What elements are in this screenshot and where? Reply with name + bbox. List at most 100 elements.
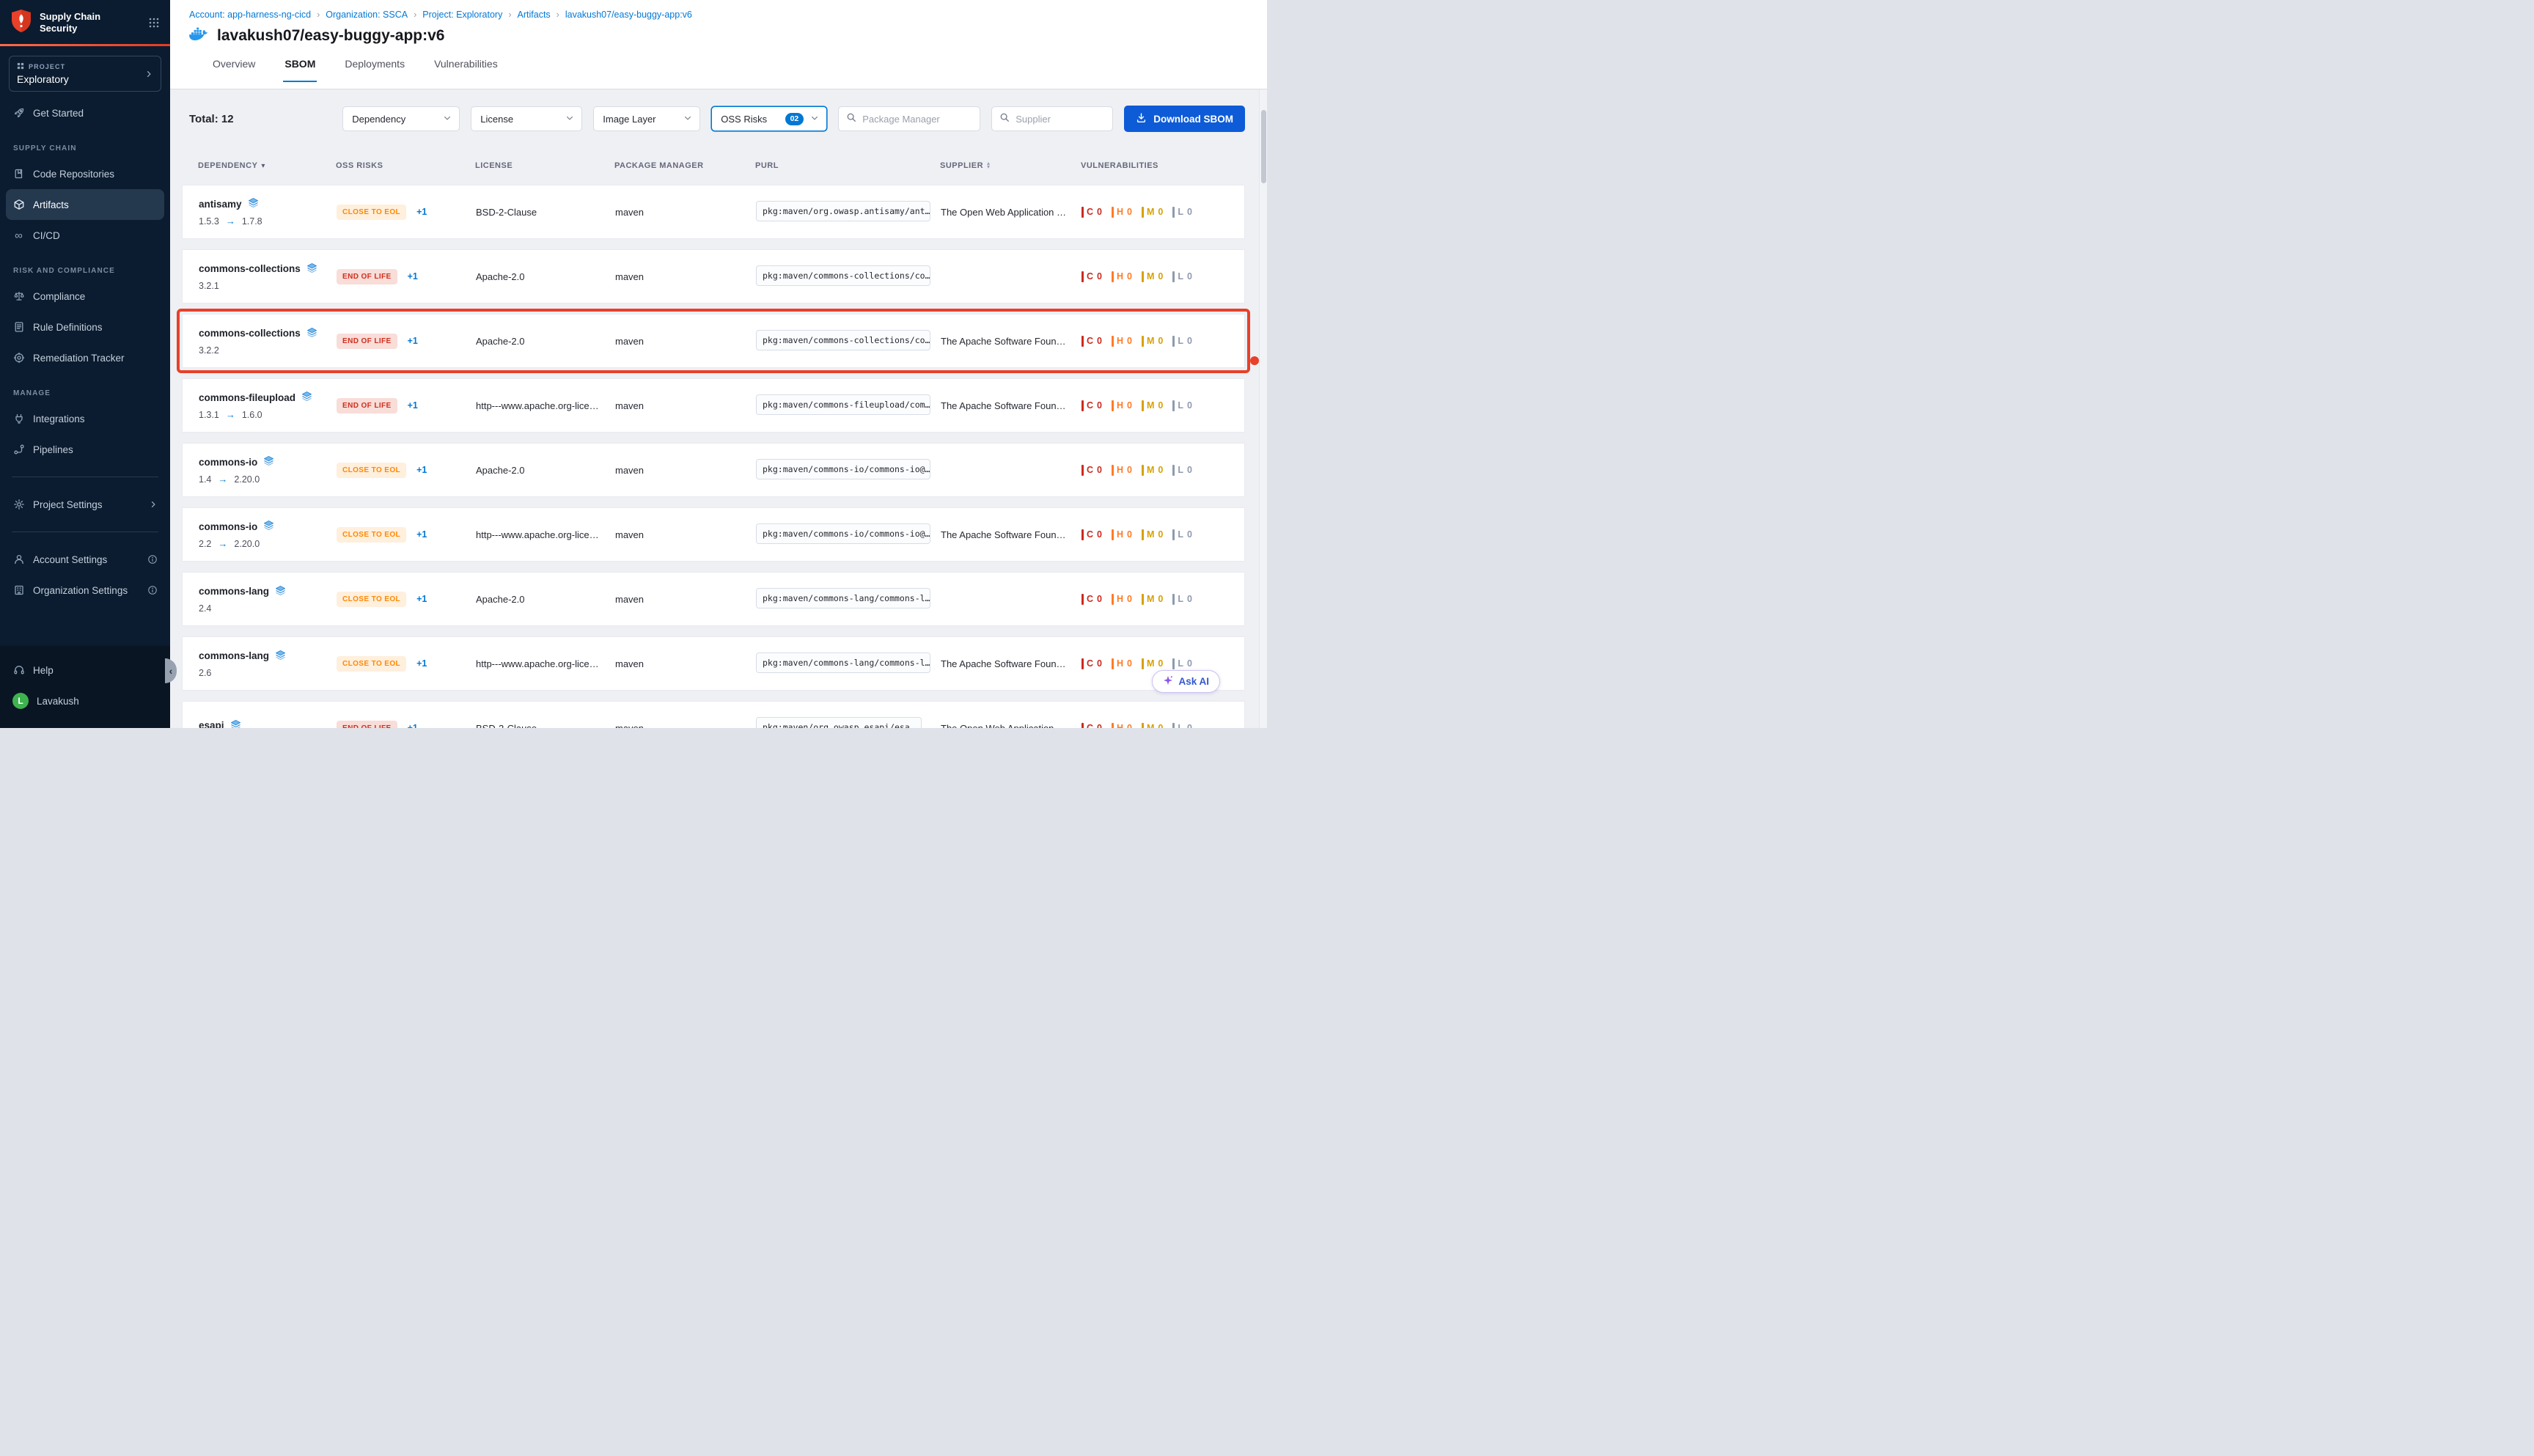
column-header-supplier[interactable]: SUPPLIER▴▾: [940, 161, 1081, 170]
purl-value[interactable]: pkg:maven/commons-lang/commons-l…: [756, 588, 930, 608]
oss-risks-filter-dropdown[interactable]: OSS Risks 02: [711, 106, 827, 131]
tab-sbom[interactable]: SBOM: [283, 56, 317, 82]
dependency-name[interactable]: antisamy: [199, 199, 242, 210]
sidebar-item-label: Remediation Tracker: [33, 353, 125, 364]
tab-vulnerabilities[interactable]: Vulnerabilities: [433, 56, 499, 82]
table-row[interactable]: commons-fileupload 1.3.1 → 1.6.0 END OF …: [182, 378, 1245, 433]
sidebar-item-get-started[interactable]: Get Started: [0, 98, 170, 128]
project-selector[interactable]: PROJECT Exploratory: [9, 56, 161, 92]
sidebar-item-compliance[interactable]: Compliance: [0, 281, 170, 312]
dependency-name[interactable]: commons-io: [199, 521, 257, 532]
breadcrumb-account[interactable]: Account: app-harness-ng-cicd: [189, 10, 311, 20]
sidebar-item-project-settings[interactable]: Project Settings: [0, 489, 170, 520]
oss-risk-more[interactable]: +1: [416, 594, 427, 604]
column-header-dependency[interactable]: DEPENDENCY▾: [198, 161, 336, 170]
sidebar-item-remediation-tracker[interactable]: Remediation Tracker: [0, 342, 170, 373]
severity-pill-h: H0: [1112, 594, 1132, 605]
dependency-name[interactable]: commons-lang: [199, 586, 269, 597]
purl-value[interactable]: pkg:maven/commons-collections/co…: [756, 265, 930, 286]
info-icon[interactable]: [147, 554, 158, 565]
user-name: Lavakush: [37, 696, 79, 707]
tab-overview[interactable]: Overview: [211, 56, 257, 82]
severity-pill-h: H0: [1112, 207, 1132, 218]
severity-pill-l: L0: [1172, 336, 1192, 347]
sidebar-item-help[interactable]: Help: [0, 655, 170, 685]
table-row[interactable]: esapi END OF LIFE +1 BSD-2-Clause maven …: [182, 701, 1245, 728]
dependency-name[interactable]: commons-lang: [199, 650, 269, 661]
sidebar-item-account-settings[interactable]: Account Settings: [0, 544, 170, 575]
oss-risk-more[interactable]: +1: [416, 529, 427, 540]
breadcrumb-artifact-name[interactable]: lavakush07/easy-buggy-app:v6: [565, 10, 692, 20]
oss-risk-more[interactable]: +1: [408, 723, 418, 728]
purl-value[interactable]: pkg:maven/org.owasp.antisamy/ant…: [756, 201, 930, 221]
license-value: Apache-2.0: [476, 594, 615, 605]
dependency-filter-dropdown[interactable]: Dependency: [342, 106, 460, 131]
oss-risk-more[interactable]: +1: [416, 465, 427, 475]
breadcrumb-organization[interactable]: Organization: SSCA: [326, 10, 408, 20]
purl-value[interactable]: pkg:maven/commons-lang/commons-l…: [756, 652, 930, 673]
sidebar-item-code-repositories[interactable]: Code Repositories: [0, 158, 170, 189]
sidebar-item-rule-definitions[interactable]: Rule Definitions: [0, 312, 170, 342]
sort-both-icon[interactable]: ▴▾: [987, 162, 991, 169]
oss-risk-more[interactable]: +1: [408, 400, 418, 411]
table-row[interactable]: commons-collections 3.2.2 END OF LIFE +1…: [182, 314, 1245, 368]
image-layer-filter-dropdown[interactable]: Image Layer: [593, 106, 700, 131]
severity-pill-h: H0: [1112, 336, 1132, 347]
purl-value[interactable]: pkg:maven/org.owasp.esapi/esa…: [756, 717, 922, 729]
user-menu[interactable]: L Lavakush: [0, 685, 170, 716]
table-row[interactable]: antisamy 1.5.3 → 1.7.8 CLOSE TO EOL +1 B…: [182, 185, 1245, 239]
supplier-search-input[interactable]: [1016, 114, 1105, 125]
sidebar-item-integrations[interactable]: Integrations: [0, 403, 170, 434]
section-label-supply-chain: SUPPLY CHAIN: [0, 128, 170, 158]
purl-value[interactable]: pkg:maven/commons-io/commons-io@…: [756, 459, 930, 479]
sidebar-item-cicd[interactable]: ∞ CI/CD: [0, 220, 170, 251]
oss-risk-more[interactable]: +1: [408, 336, 418, 346]
dependency-name[interactable]: commons-io: [199, 457, 257, 468]
tab-deployments[interactable]: Deployments: [343, 56, 406, 82]
dependency-name[interactable]: esapi: [199, 720, 224, 728]
license-filter-dropdown[interactable]: License: [471, 106, 582, 131]
breadcrumb-separator: ›: [317, 10, 320, 20]
oss-risk-more[interactable]: +1: [416, 658, 427, 669]
table-row[interactable]: commons-lang 2.6 CLOSE TO EOL +1 http---…: [182, 636, 1245, 691]
sidebar-item-organization-settings[interactable]: Organization Settings: [0, 575, 170, 606]
scrollbar[interactable]: [1259, 89, 1267, 728]
oss-risk-badge: CLOSE TO EOL: [337, 527, 406, 543]
search-icon: [846, 112, 856, 126]
info-icon[interactable]: [147, 585, 158, 595]
breadcrumb-artifacts[interactable]: Artifacts: [518, 10, 551, 20]
sidebar-item-label: CI/CD: [33, 230, 60, 241]
vulnerability-counts: C0H0M0L0: [1081, 271, 1228, 282]
sidebar-item-artifacts[interactable]: Artifacts: [6, 189, 164, 220]
scrollbar-thumb[interactable]: [1261, 110, 1266, 183]
app-header[interactable]: Supply ChainSecurity: [0, 0, 170, 44]
sidebar-item-label: Compliance: [33, 291, 85, 302]
column-header-license: LICENSE: [475, 161, 614, 170]
dependency-name[interactable]: commons-fileupload: [199, 392, 295, 403]
oss-risk-more[interactable]: +1: [416, 207, 427, 217]
supplier-value: The Apache Software Foun…: [941, 529, 1081, 540]
sort-desc-icon[interactable]: ▾: [261, 162, 265, 170]
table-row[interactable]: commons-lang 2.4 CLOSE TO EOL +1 Apache-…: [182, 572, 1245, 626]
ask-ai-button[interactable]: Ask AI: [1152, 670, 1220, 693]
sidebar-item-pipelines[interactable]: Pipelines: [0, 434, 170, 465]
severity-pill-h: H0: [1112, 658, 1132, 669]
chevron-down-icon: [565, 114, 574, 125]
purl-value[interactable]: pkg:maven/commons-collections/co…: [756, 330, 930, 350]
dependency-name[interactable]: commons-collections: [199, 328, 301, 339]
oss-risk-more[interactable]: +1: [408, 271, 418, 282]
sidebar-item-label: Get Started: [33, 108, 84, 119]
package-manager-search-input[interactable]: [862, 114, 972, 125]
vulnerability-counts: C0H0M0L0: [1081, 594, 1228, 605]
download-sbom-button[interactable]: Download SBOM: [1124, 106, 1245, 132]
table-row[interactable]: commons-io 2.2 → 2.20.0 CLOSE TO EOL +1 …: [182, 507, 1245, 562]
purl-value[interactable]: pkg:maven/commons-fileupload/com…: [756, 394, 930, 415]
purl-value[interactable]: pkg:maven/commons-io/commons-io@…: [756, 523, 930, 544]
breadcrumb-project[interactable]: Project: Exploratory: [422, 10, 502, 20]
severity-pill-m: M0: [1142, 529, 1163, 540]
severity-pill-c: C0: [1081, 529, 1102, 540]
dependency-name[interactable]: commons-collections: [199, 263, 301, 274]
module-grid-icon[interactable]: [148, 17, 160, 29]
table-row[interactable]: commons-collections 3.2.1 END OF LIFE +1…: [182, 249, 1245, 304]
table-row[interactable]: commons-io 1.4 → 2.20.0 CLOSE TO EOL +1 …: [182, 443, 1245, 497]
